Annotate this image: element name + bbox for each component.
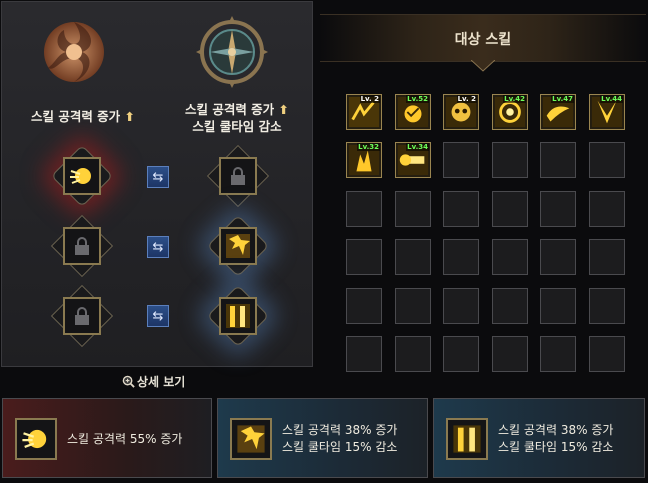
empty-skill-slot[interactable] bbox=[395, 239, 431, 275]
effect-card-text: 스킬 공격력 55% 증가 bbox=[67, 432, 183, 446]
empty-skill-slot[interactable] bbox=[443, 288, 479, 324]
skill-level-label: Lv.47 bbox=[551, 95, 574, 103]
skill-level-label: Lv.44 bbox=[600, 95, 623, 103]
skill-slot[interactable]: Lv.52 bbox=[395, 94, 431, 130]
effect-card-1: 스킬 공격력 55% 증가 bbox=[2, 398, 212, 478]
left-panel: 스킬 공격력 증가 ⬆ 스킬 공격력 증가 ⬆ 스킬 쿨타임 감소 ⇆ ⇆ ⇆ bbox=[1, 1, 313, 367]
skill-level-label: Lv. 2 bbox=[456, 95, 477, 103]
empty-skill-slot[interactable] bbox=[346, 191, 382, 227]
empty-skill-slot[interactable] bbox=[395, 191, 431, 227]
column-b-title: 스킬 공격력 증가 ⬆ 스킬 쿨타임 감소 bbox=[184, 102, 290, 134]
swirl-emblem-icon bbox=[44, 22, 104, 82]
empty-skill-slot[interactable] bbox=[589, 336, 625, 372]
header-ornament-icon bbox=[471, 60, 495, 72]
skill-slot[interactable]: Lv.34 bbox=[395, 142, 431, 178]
empty-skill-slot[interactable] bbox=[346, 288, 382, 324]
option-slot-a-3[interactable] bbox=[50, 284, 114, 348]
option-slot-b-2[interactable] bbox=[206, 214, 270, 278]
compass-emblem-icon bbox=[196, 16, 268, 88]
pillar-skill-icon bbox=[219, 297, 257, 335]
option-slot-b-1[interactable] bbox=[206, 144, 270, 208]
sun-skill-icon bbox=[15, 418, 57, 460]
empty-skill-slot[interactable] bbox=[540, 288, 576, 324]
option-slot-a-2[interactable] bbox=[50, 214, 114, 278]
up-arrow-icon: ⬆ bbox=[124, 109, 136, 124]
empty-skill-slot[interactable] bbox=[589, 288, 625, 324]
skill-slot[interactable]: Lv. 2 bbox=[346, 94, 382, 130]
skill-slot[interactable]: Lv.42 bbox=[492, 94, 528, 130]
burst-skill-icon bbox=[219, 227, 257, 265]
skill-level-label: Lv.52 bbox=[406, 95, 429, 103]
empty-skill-slot[interactable] bbox=[540, 142, 576, 178]
skill-level-label: Lv. 2 bbox=[359, 95, 380, 103]
effect-card-text: 스킬 공격력 38% 증가 스킬 쿨타임 15% 감소 bbox=[498, 423, 614, 454]
target-skill-header: 대상 스킬 bbox=[320, 14, 646, 72]
skill-slot[interactable]: Lv.32 bbox=[346, 142, 382, 178]
detail-view-link[interactable]: 상세 보기 bbox=[122, 373, 185, 390]
empty-skill-slot[interactable] bbox=[443, 336, 479, 372]
empty-skill-slot[interactable] bbox=[443, 239, 479, 275]
empty-skill-slot[interactable] bbox=[443, 142, 479, 178]
empty-skill-slot[interactable] bbox=[589, 191, 625, 227]
column-a-title: 스킬 공격력 증가 ⬆ bbox=[30, 109, 136, 124]
empty-skill-slot[interactable] bbox=[589, 142, 625, 178]
empty-skill-slot[interactable] bbox=[395, 288, 431, 324]
skill-level-label: Lv.32 bbox=[357, 143, 380, 151]
magnifier-plus-icon bbox=[122, 375, 135, 388]
burst-skill-icon bbox=[230, 418, 272, 460]
lock-icon bbox=[63, 227, 101, 265]
pillar-skill-icon bbox=[446, 418, 488, 460]
empty-skill-slot[interactable] bbox=[346, 336, 382, 372]
skill-slot[interactable]: Lv.47 bbox=[540, 94, 576, 130]
empty-skill-slot[interactable] bbox=[540, 191, 576, 227]
swap-button-1[interactable]: ⇆ bbox=[147, 166, 169, 188]
skill-slot[interactable]: Lv. 2 bbox=[443, 94, 479, 130]
empty-skill-slot[interactable] bbox=[540, 336, 576, 372]
option-slot-a-1[interactable] bbox=[50, 144, 114, 208]
skill-level-label: Lv.34 bbox=[406, 143, 429, 151]
skill-level-label: Lv.42 bbox=[503, 95, 526, 103]
empty-skill-slot[interactable] bbox=[346, 239, 382, 275]
up-arrow-icon: ⬆ bbox=[278, 102, 290, 117]
sun-skill-icon bbox=[63, 157, 101, 195]
empty-skill-slot[interactable] bbox=[540, 239, 576, 275]
lock-icon bbox=[63, 297, 101, 335]
option-slot-b-3[interactable] bbox=[206, 284, 270, 348]
target-skill-title: 대상 스킬 bbox=[454, 32, 512, 48]
effect-card-2: 스킬 공격력 38% 증가 스킬 쿨타임 15% 감소 bbox=[217, 398, 428, 478]
empty-skill-slot[interactable] bbox=[492, 191, 528, 227]
empty-skill-slot[interactable] bbox=[492, 336, 528, 372]
empty-skill-slot[interactable] bbox=[492, 288, 528, 324]
effect-card-3: 스킬 공격력 38% 증가 스킬 쿨타임 15% 감소 bbox=[433, 398, 645, 478]
empty-skill-slot[interactable] bbox=[492, 239, 528, 275]
swap-button-2[interactable]: ⇆ bbox=[147, 236, 169, 258]
lock-icon bbox=[219, 157, 257, 195]
swap-button-3[interactable]: ⇆ bbox=[147, 305, 169, 327]
effect-card-text: 스킬 공격력 38% 증가 스킬 쿨타임 15% 감소 bbox=[282, 423, 398, 454]
empty-skill-slot[interactable] bbox=[443, 191, 479, 227]
skill-slot[interactable]: Lv.44 bbox=[589, 94, 625, 130]
empty-skill-slot[interactable] bbox=[589, 239, 625, 275]
empty-skill-slot[interactable] bbox=[492, 142, 528, 178]
empty-skill-slot[interactable] bbox=[395, 336, 431, 372]
